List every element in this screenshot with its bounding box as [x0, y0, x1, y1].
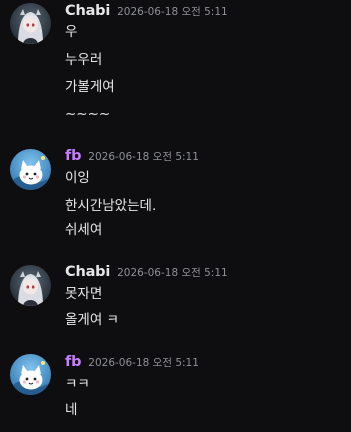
timestamp: 2026-06-18 오전 5:11 — [117, 6, 228, 18]
timestamp: 2026-06-18 오전 5:11 — [88, 357, 199, 369]
message-text: 쉬세여 — [65, 222, 103, 238]
avatar[interactable] — [10, 265, 51, 306]
message-text: 누우러 — [65, 52, 103, 68]
message-text: 이잉 — [65, 170, 90, 186]
chat-message-list: Chabi 2026-06-18 오전 5:11 우 누우러 가볼게여 ~~~~… — [0, 0, 351, 432]
message-text: 올게여 ㅋ — [65, 312, 119, 328]
message-header: Chabi 2026-06-18 오전 5:11 — [65, 3, 228, 23]
message-text: 한시간남았는데. — [65, 198, 157, 214]
avatar[interactable] — [10, 354, 51, 395]
message-text: 우 — [65, 24, 78, 40]
username[interactable]: fb — [65, 148, 82, 164]
silver-haired-girl-avatar-icon — [10, 3, 51, 44]
username[interactable]: Chabi — [65, 264, 110, 280]
message-text: ~~~~ — [65, 106, 111, 122]
username[interactable]: Chabi — [65, 3, 110, 19]
avatar[interactable] — [10, 3, 51, 44]
message-header: fb 2026-06-18 오전 5:11 — [65, 148, 199, 168]
username[interactable]: fb — [65, 354, 82, 370]
message-header: fb 2026-06-18 오전 5:11 — [65, 354, 199, 374]
silver-haired-girl-avatar-icon — [10, 265, 51, 306]
message-header: Chabi 2026-06-18 오전 5:11 — [65, 264, 228, 284]
message-text: ㅋㅋ — [65, 376, 90, 392]
message-text: 네 — [65, 402, 78, 418]
timestamp: 2026-06-18 오전 5:11 — [117, 267, 228, 279]
message-text: 가볼게여 — [65, 79, 115, 95]
white-cat-mascot-avatar-icon — [10, 354, 51, 395]
white-cat-mascot-avatar-icon — [10, 149, 51, 190]
timestamp: 2026-06-18 오전 5:11 — [88, 151, 199, 163]
avatar[interactable] — [10, 149, 51, 190]
message-text: 못자면 — [65, 286, 103, 302]
